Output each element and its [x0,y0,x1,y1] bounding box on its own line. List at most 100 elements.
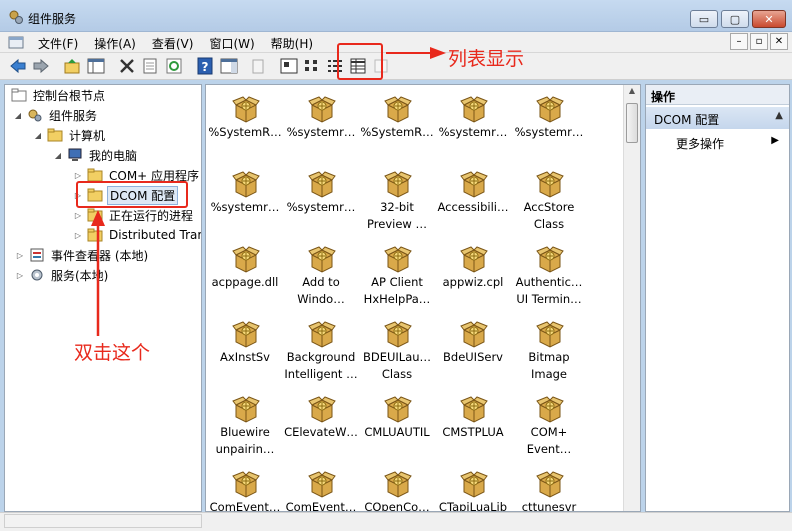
dcom-object-item[interactable]: COM+ Event… [511,387,587,459]
actions-section-dcom[interactable]: DCOM 配置 ▲ [646,107,789,129]
large-icons-view-icon[interactable] [279,57,299,75]
dcom-object-item[interactable]: BDEUILau… Class [359,312,435,384]
package-icon [460,246,488,273]
package-icon [460,321,488,348]
up-folder-icon[interactable] [62,57,82,75]
help-icon[interactable]: ? [195,57,215,75]
dcom-object-item[interactable]: Bitmap Image [511,312,587,384]
menu-file[interactable]: 文件(F) [30,34,86,53]
action-pane-icon[interactable] [219,57,239,75]
dcom-object-item[interactable]: %SystemR… [359,87,435,159]
expand-icon[interactable]: ▷ [73,171,83,180]
folder-icon [47,128,63,142]
more-actions-link[interactable]: 更多操作 [676,135,724,152]
delete-icon[interactable] [117,57,137,75]
dcom-object-item[interactable]: %systemr… [283,162,359,234]
menu-window[interactable]: 窗口(W) [201,34,262,53]
arrow-up-icon [91,210,105,336]
package-icon [536,321,564,348]
tree-node-computers[interactable]: ◢ 计算机 [33,125,107,145]
computer-icon [68,148,82,161]
back-icon[interactable] [8,57,28,75]
dcom-object-item[interactable]: %systemr… [511,87,587,159]
dcom-object-item[interactable]: acppage.dll [207,237,283,309]
dcom-object-label: Background Intelligent … [284,350,358,381]
tree-label: 计算机 [69,128,106,143]
dcom-object-label: COM+ Event… [526,425,572,456]
tree-node-component-services[interactable]: ◢ 组件服务 [13,105,99,125]
dcom-object-item[interactable]: cttunesvr [511,462,587,511]
dcom-object-item[interactable]: CElevateW… [283,387,359,459]
mdi-restore-button[interactable]: ▫ [750,33,768,50]
dcom-object-item[interactable]: COpenCo… [359,462,435,512]
mdi-close-button[interactable]: ✕ [770,33,788,50]
dcom-object-item[interactable]: ComEvent… [283,462,359,511]
dcom-object-list: %SystemR… %systemr… %SystemR… %systemr… %sys… [205,84,641,512]
gears-icon [28,109,42,122]
dcom-object-item[interactable]: CMLUAUTIL [359,387,435,459]
dcom-object-item[interactable]: CMSTPLUA [435,387,511,459]
dcom-object-item[interactable]: 32-bit Preview … [359,162,435,234]
dcom-object-item[interactable]: Background Intelligent … [283,312,359,384]
dcom-object-item[interactable]: Add to Windo… [283,237,359,309]
dcom-object-item[interactable]: %SystemR… [207,87,283,159]
expand-icon[interactable]: ▷ [15,271,25,280]
title-bar: 组件服务 ▭ ▢ ✕ [0,0,792,32]
dcom-object-label: COpenCo… [364,500,430,512]
package-icon [308,96,336,123]
dcom-object-item[interactable]: BdeUIServ [435,312,511,384]
package-icon [308,321,336,348]
tree-node-event-viewer[interactable]: ▷ 事件查看器 (本地) [15,245,150,265]
scroll-up-icon[interactable]: ▲ [625,86,639,100]
dcom-highlight [76,181,188,208]
dcom-object-item[interactable]: %systemr… [283,87,359,159]
mdi-minimize-button[interactable]: – [730,33,748,50]
menu-view[interactable]: 查看(V) [144,34,202,53]
dcom-object-label: 32-bit Preview … [367,200,427,231]
dcom-object-label: AP Client HxHelpPa… [363,275,431,306]
vertical-scrollbar[interactable]: ▲ [623,85,640,511]
tree-label: 正在运行的进程 [109,208,194,223]
collapse-icon[interactable]: ◢ [33,131,43,140]
dcom-object-item[interactable]: %systemr… [435,87,511,159]
dcom-object-label: Add to Windo… [297,275,345,306]
collapse-up-icon[interactable]: ▲ [775,110,783,121]
component-services-icon [9,10,23,24]
export-list-icon[interactable] [248,57,268,75]
menu-help[interactable]: 帮助(H) [263,34,321,53]
dcom-object-item[interactable]: AxInstSv [207,312,283,384]
expand-icon[interactable]: ▷ [15,251,25,260]
expand-icon[interactable]: ▷ [73,211,83,220]
close-button[interactable]: ✕ [752,10,786,28]
dcom-object-item[interactable]: Bluewire unpairin… [207,387,283,459]
menu-action[interactable]: 操作(A) [86,34,144,53]
collapse-icon[interactable]: ◢ [53,151,63,160]
dcom-object-item[interactable]: AccStore Class [511,162,587,234]
package-icon [232,321,260,348]
minimize-icon: ▭ [698,12,710,26]
package-icon [460,396,488,423]
horizontal-scrollbar[interactable] [4,514,202,528]
double-click-annotation: 双击这个 [74,342,151,364]
show-hide-tree-icon[interactable] [86,57,106,75]
tree-node-my-computer[interactable]: ◢ 我的电脑 [53,145,139,165]
dcom-object-item[interactable]: ComEvent… [207,462,283,511]
collapse-icon[interactable]: ◢ [13,111,23,120]
scroll-thumb[interactable] [626,103,638,143]
forward-icon[interactable] [31,57,51,75]
maximize-button[interactable]: ▢ [721,10,749,28]
minimize-button[interactable]: ▭ [690,10,718,28]
dcom-object-item[interactable]: AP Client HxHelpPa… [359,237,435,309]
small-icons-view-icon[interactable] [302,57,322,75]
dcom-object-item[interactable]: Authentic… UI Termin… [511,237,587,309]
dcom-object-item[interactable]: %systemr… [207,162,283,234]
dcom-object-item[interactable]: CTapiLuaLibClass [435,462,511,511]
package-icon [308,396,336,423]
event-viewer-icon [30,248,44,262]
properties-icon[interactable] [140,57,160,75]
expand-icon[interactable]: ▷ [73,231,83,240]
refresh-icon[interactable] [164,57,184,75]
tree-node-console-root[interactable]: 控制台根节点 [11,85,107,105]
dcom-object-item[interactable]: appwiz.cpl [435,237,511,309]
dcom-object-item[interactable]: Accessibili… [435,162,511,234]
